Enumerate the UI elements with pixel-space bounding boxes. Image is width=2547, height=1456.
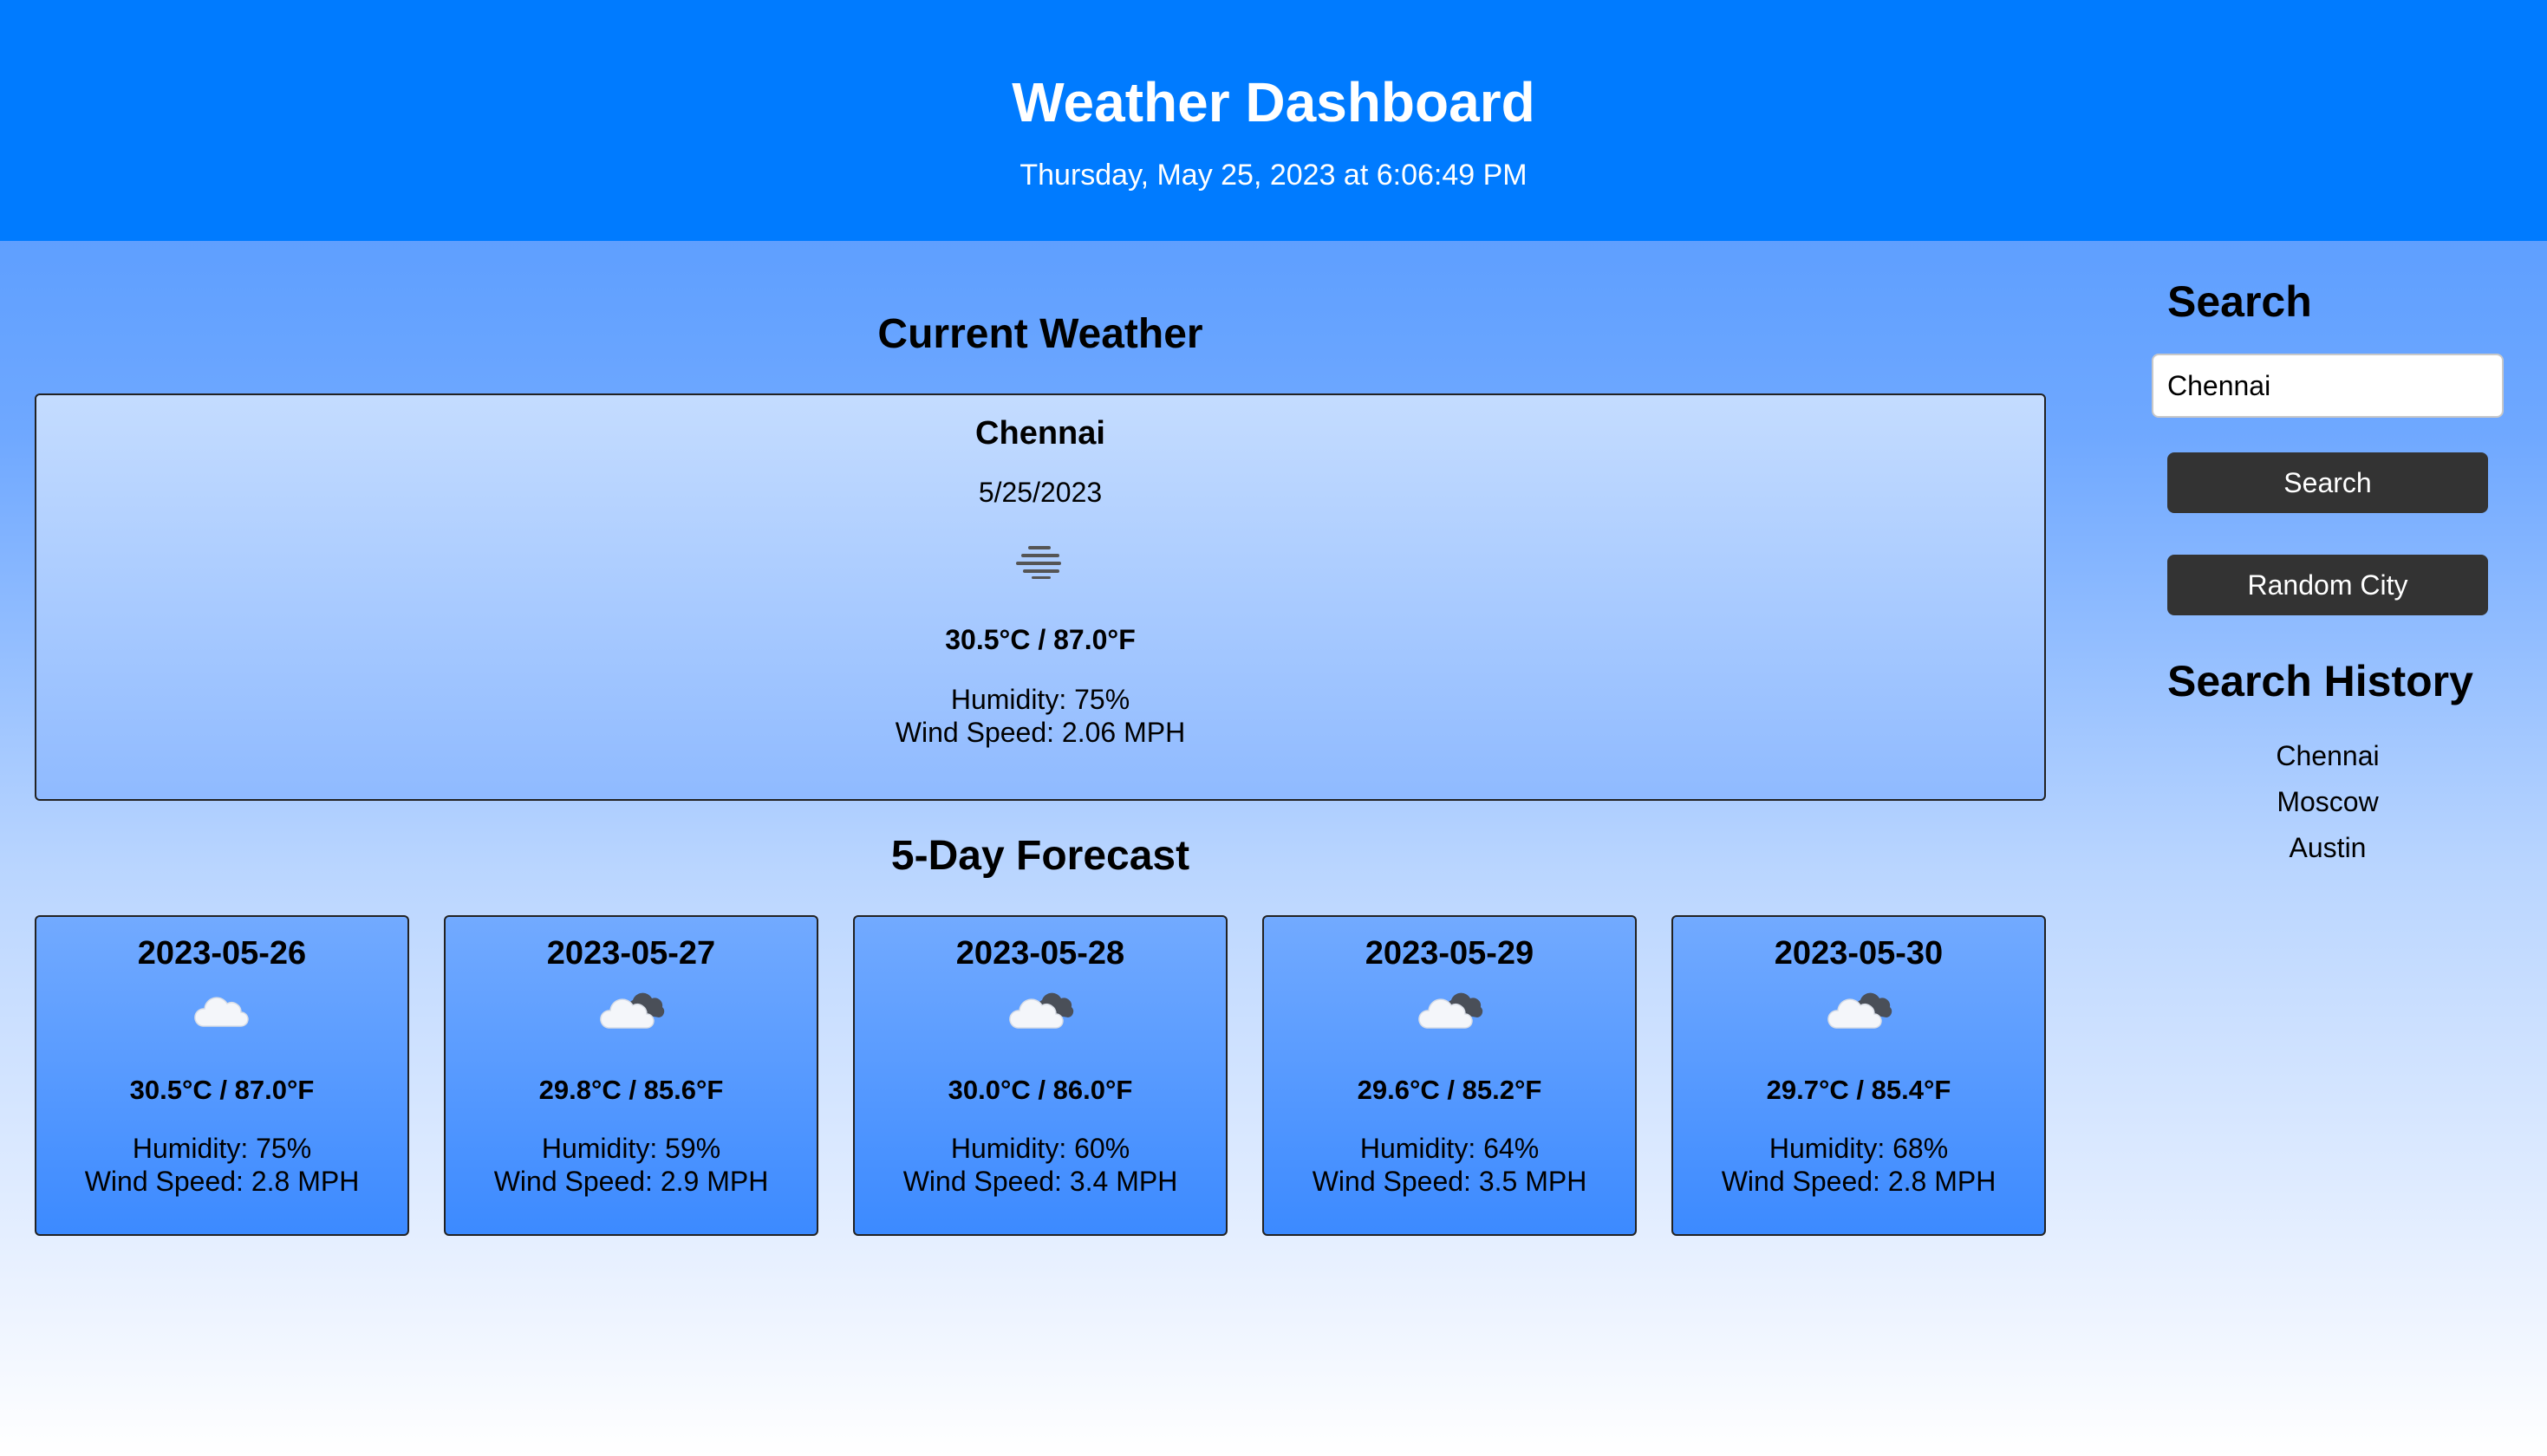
broken-clouds-icon [1415, 986, 1484, 1035]
current-wind-speed: Wind Speed: 2.06 MPH [895, 717, 1186, 748]
forecast-date: 2023-05-26 [137, 935, 307, 972]
forecast-heading: 5-Day Forecast [890, 833, 1190, 879]
forecast-card: 2023-05-27 29.8°C / 85.6°F Humidity: 59%… [444, 915, 818, 1236]
forecast-stats: Humidity: 64% Wind Speed: 3.5 MPH [1264, 1132, 1635, 1198]
current-temperature: 30.5°C / 87.0°F [945, 624, 1136, 655]
current-city: Chennai [975, 415, 1105, 452]
forecast-stats: Humidity: 60% Wind Speed: 3.4 MPH [855, 1132, 1226, 1198]
search-button[interactable]: Search [2167, 452, 2488, 513]
forecast-stats: Humidity: 59% Wind Speed: 2.9 MPH [446, 1132, 817, 1198]
search-heading: Search [2167, 277, 2312, 326]
sidebar: Search Search Random City Search History… [2152, 241, 2504, 871]
current-weather-card: Chennai 5/25/2023 30.5°C / 87.0°F Humidi… [35, 393, 2046, 801]
search-history-heading: Search History [2167, 657, 2473, 705]
forecast-wind-speed: Wind Speed: 3.5 MPH [1312, 1166, 1587, 1197]
forecast-card: 2023-05-29 29.6°C / 85.2°F Humidity: 64%… [1262, 915, 1637, 1236]
forecast-humidity: Humidity: 59% [541, 1133, 721, 1164]
forecast-temperature: 30.0°C / 86.0°F [948, 1075, 1133, 1105]
forecast-humidity: Humidity: 68% [1769, 1133, 1949, 1164]
forecast-date: 2023-05-28 [955, 935, 1125, 972]
forecast-humidity: Humidity: 75% [132, 1133, 312, 1164]
mist-icon [1016, 544, 1065, 579]
broken-clouds-icon [596, 986, 666, 1035]
city-search-input[interactable] [2152, 354, 2504, 418]
page-title: Weather Dashboard [1012, 71, 1535, 133]
forecast-card: 2023-05-26 30.5°C / 87.0°F Humidity: 75%… [35, 915, 409, 1236]
forecast-temperature: 29.6°C / 85.2°F [1357, 1075, 1542, 1105]
current-weather-heading: Current Weather [877, 311, 1203, 357]
current-humidity: Humidity: 75% [950, 684, 1130, 715]
forecast-wind-speed: Wind Speed: 2.8 MPH [84, 1166, 360, 1197]
forecast-list: 2023-05-26 30.5°C / 87.0°F Humidity: 75%… [35, 915, 2046, 1236]
broken-clouds-icon [1006, 986, 1075, 1035]
forecast-temperature: 29.8°C / 85.6°F [538, 1075, 724, 1105]
random-city-button[interactable]: Random City [2167, 555, 2488, 615]
current-date: 5/25/2023 [978, 477, 1103, 508]
history-item[interactable]: Moscow [2167, 779, 2488, 825]
forecast-stats: Humidity: 68% Wind Speed: 2.8 MPH [1673, 1132, 2044, 1198]
search-history-list: Chennai Moscow Austin [2167, 733, 2488, 871]
forecast-humidity: Humidity: 60% [950, 1133, 1130, 1164]
forecast-date: 2023-05-29 [1365, 935, 1534, 972]
forecast-date: 2023-05-27 [546, 935, 716, 972]
main-content: Current Weather Chennai 5/25/2023 30.5°C… [35, 241, 2046, 1236]
forecast-wind-speed: Wind Speed: 3.4 MPH [902, 1166, 1178, 1197]
app-header: Weather Dashboard Thursday, May 25, 2023… [0, 0, 2547, 241]
forecast-wind-speed: Wind Speed: 2.9 MPH [493, 1166, 769, 1197]
forecast-wind-speed: Wind Speed: 2.8 MPH [1721, 1166, 1997, 1197]
cloud-icon [187, 986, 257, 1035]
current-stats: Humidity: 75% Wind Speed: 2.06 MPH [36, 683, 2044, 749]
forecast-stats: Humidity: 75% Wind Speed: 2.8 MPH [36, 1132, 407, 1198]
broken-clouds-icon [1824, 986, 1893, 1035]
forecast-humidity: Humidity: 64% [1359, 1133, 1540, 1164]
forecast-card: 2023-05-30 29.7°C / 85.4°F Humidity: 68%… [1671, 915, 2046, 1236]
forecast-temperature: 30.5°C / 87.0°F [129, 1075, 315, 1105]
forecast-date: 2023-05-30 [1774, 935, 1944, 972]
history-item[interactable]: Austin [2167, 825, 2488, 871]
forecast-temperature: 29.7°C / 85.4°F [1766, 1075, 1951, 1105]
forecast-card: 2023-05-28 30.0°C / 86.0°F Humidity: 60%… [853, 915, 1228, 1236]
history-item[interactable]: Chennai [2167, 733, 2488, 779]
current-datetime: Thursday, May 25, 2023 at 6:06:49 PM [1019, 159, 1528, 192]
